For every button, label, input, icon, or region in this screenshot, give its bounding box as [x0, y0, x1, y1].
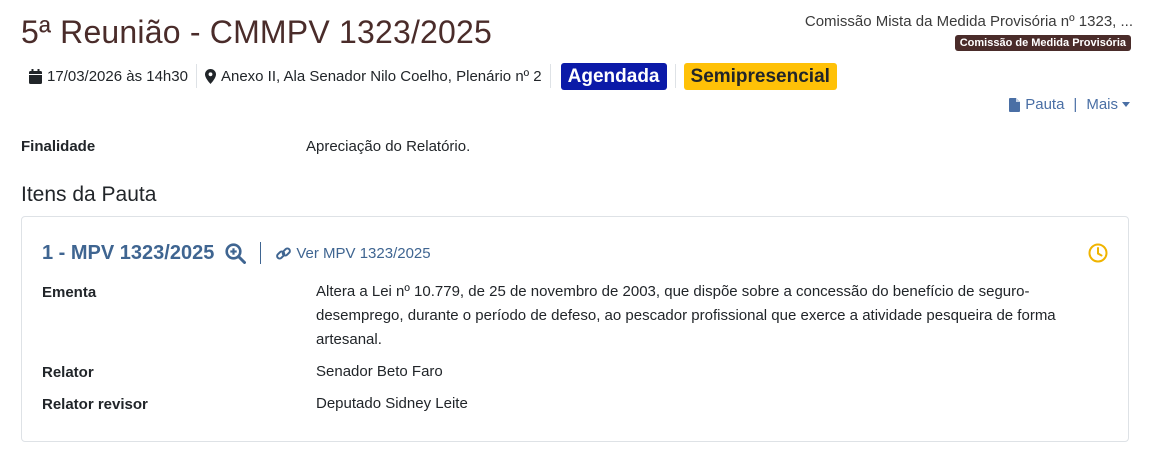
meeting-datetime-text: 17/03/2026 às 14h30	[47, 67, 188, 85]
view-mpv-link-label: Ver MPV 1323/2025	[296, 244, 431, 262]
header-divider	[260, 242, 262, 264]
relator-label: Relator	[42, 364, 94, 381]
meeting-meta: 17/03/2026 às 14h30 Anexo II, Ala Senado…	[29, 61, 837, 91]
more-dropdown-label: Mais	[1086, 96, 1118, 113]
zoom-in-icon[interactable]	[225, 242, 247, 264]
meeting-location-text: Anexo II, Ala Senador Nilo Coelho, Plená…	[220, 67, 542, 85]
map-marker-icon	[204, 68, 216, 84]
status-badge: Agendada	[560, 62, 667, 90]
relator-revisor-value: Deputado Sidney Leite	[316, 395, 468, 412]
pauta-link[interactable]: Pauta	[1009, 96, 1064, 113]
page-actions: Pauta | Mais	[1009, 96, 1130, 113]
page-title: 5ª Reunião - CMMPV 1323/2025	[21, 14, 493, 50]
agenda-section-title: Itens da Pauta	[21, 183, 157, 206]
meta-divider	[674, 64, 676, 88]
agenda-item-card: 1 - MPV 1323/2025 Ver MPV 1323/2025 Emen…	[21, 216, 1129, 442]
meeting-location: Anexo II, Ala Senador Nilo Coelho, Plená…	[204, 63, 542, 89]
agenda-item-title[interactable]: 1 - MPV 1323/2025	[42, 242, 214, 265]
ementa-value: Altera a Lei nº 10.779, de 25 de novembr…	[316, 283, 1056, 348]
file-icon	[1009, 97, 1021, 112]
ementa-label: Ementa	[42, 284, 97, 301]
actions-separator: |	[1073, 96, 1078, 113]
purpose-value: Apreciação do Relatório.	[306, 138, 471, 155]
caret-down-icon	[1122, 102, 1130, 107]
mode-badge: Semipresencial	[683, 62, 837, 90]
clock-icon	[1088, 243, 1108, 263]
view-mpv-link[interactable]: Ver MPV 1323/2025	[276, 244, 431, 262]
agenda-item-header: 1 - MPV 1323/2025 Ver MPV 1323/2025	[42, 241, 431, 265]
relator-revisor-label: Relator revisor	[42, 396, 148, 413]
committee-type-badge: Comissão de Medida Provisória	[954, 35, 1131, 51]
relator-value: Senador Beto Faro	[316, 363, 443, 380]
calendar-icon	[29, 68, 42, 84]
meta-divider	[195, 64, 197, 88]
meta-divider	[549, 64, 551, 88]
link-icon	[276, 246, 292, 260]
committee-name[interactable]: Comissão Mista da Medida Provisória nº 1…	[805, 13, 1133, 30]
pauta-link-label: Pauta	[1025, 96, 1065, 113]
more-dropdown[interactable]: Mais	[1086, 96, 1130, 113]
meeting-datetime: 17/03/2026 às 14h30	[29, 63, 188, 89]
purpose-label: Finalidade	[21, 138, 96, 155]
